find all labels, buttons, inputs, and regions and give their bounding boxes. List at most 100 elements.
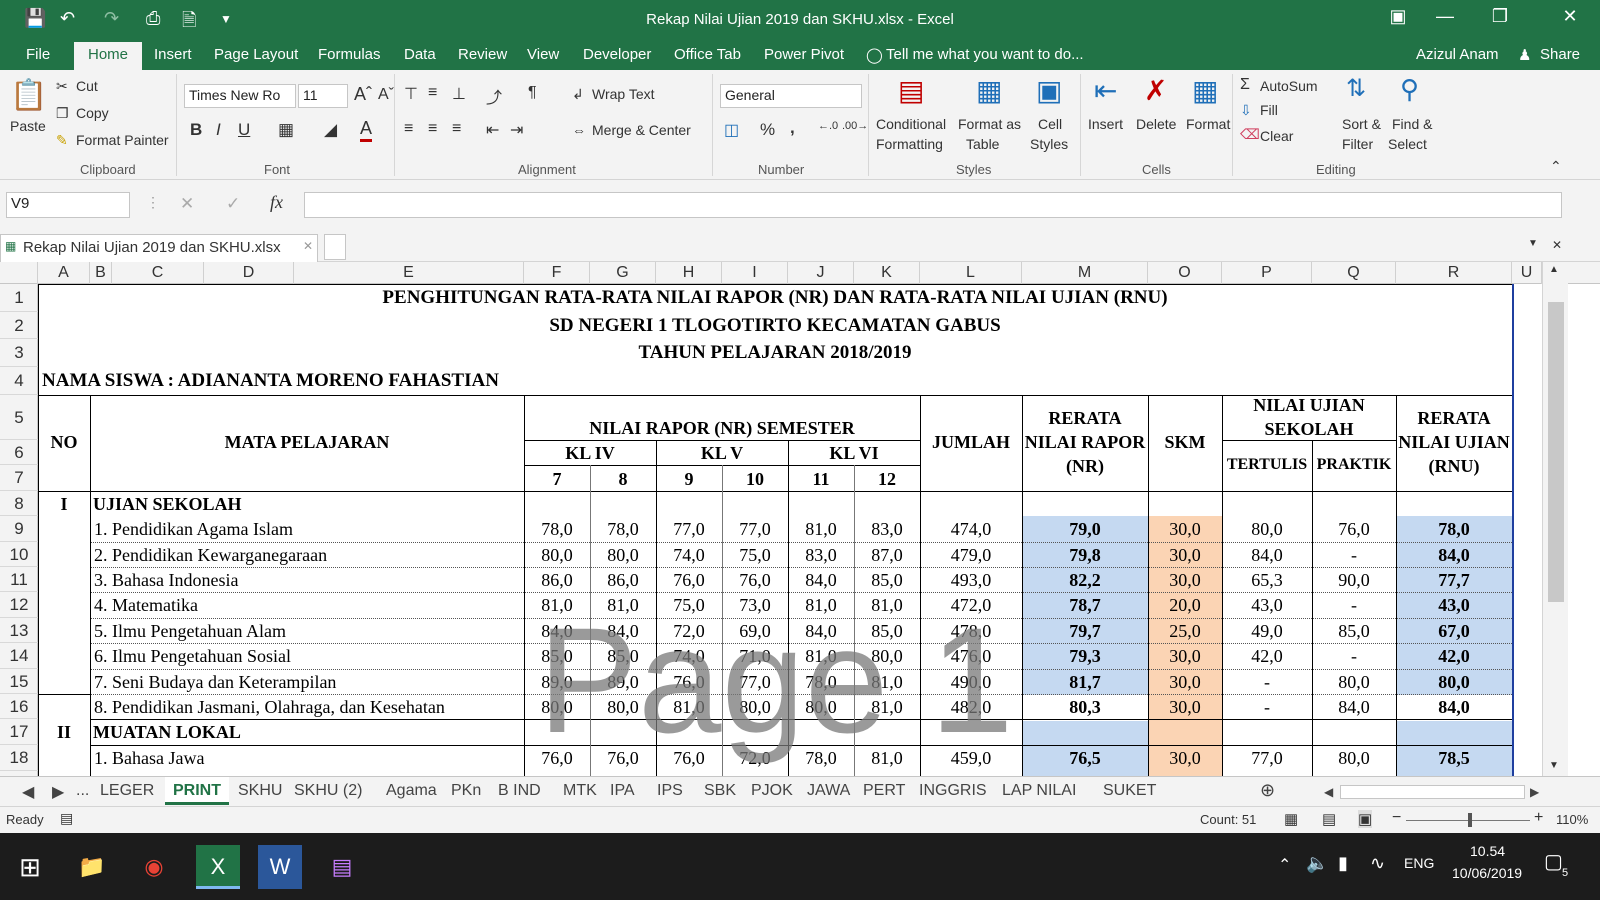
- semester-score[interactable]: 80,0: [524, 545, 590, 566]
- tab-insert[interactable]: Insert: [154, 46, 192, 63]
- tab-home[interactable]: Home: [74, 42, 143, 70]
- praktik-cell[interactable]: -: [1312, 595, 1396, 616]
- tertulis-cell[interactable]: 42,0: [1222, 646, 1312, 667]
- semester-score[interactable]: 81,0: [788, 519, 854, 540]
- skm-cell[interactable]: 30,0: [1148, 646, 1222, 667]
- rerata-nr-cell[interactable]: 79,3: [1022, 646, 1148, 667]
- skm-cell[interactable]: 30,0: [1148, 545, 1222, 566]
- word-icon[interactable]: W: [258, 845, 302, 889]
- conditional-formatting-label-1[interactable]: Conditional: [876, 116, 946, 132]
- user-name[interactable]: Azizul Anam: [1416, 46, 1499, 63]
- new-tab-button[interactable]: [324, 234, 346, 260]
- skm-cell[interactable]: 30,0: [1148, 748, 1222, 769]
- font-size-select[interactable]: 11: [298, 84, 348, 108]
- text-direction-icon[interactable]: ¶: [528, 84, 537, 102]
- share-icon[interactable]: ♟: [1518, 46, 1531, 64]
- scroll-down-icon[interactable]: ▼: [1549, 760, 1559, 771]
- skm-cell[interactable]: 30,0: [1148, 519, 1222, 540]
- praktik-cell[interactable]: 80,0: [1312, 748, 1396, 769]
- accounting-icon[interactable]: ◫: [724, 120, 739, 140]
- cell-styles-label-2[interactable]: Styles: [1030, 136, 1068, 152]
- shrink-font-icon[interactable]: Aˇ: [378, 86, 394, 104]
- row-header[interactable]: 18: [0, 745, 38, 771]
- formula-input[interactable]: [304, 192, 1562, 218]
- semester-score[interactable]: 86,0: [590, 570, 656, 591]
- column-header[interactable]: Q: [1312, 262, 1396, 284]
- collapse-ribbon-icon[interactable]: ⌃: [1550, 158, 1562, 175]
- tertulis-cell[interactable]: 65,3: [1222, 570, 1312, 591]
- row-header[interactable]: 1: [0, 284, 38, 312]
- autosum-button[interactable]: AutoSum: [1260, 78, 1318, 94]
- subject-name[interactable]: 4. Matematika: [94, 595, 198, 616]
- row-header[interactable]: 16: [0, 694, 38, 719]
- align-left-icon[interactable]: ≡: [404, 120, 413, 138]
- row-header[interactable]: 14: [0, 643, 38, 669]
- skm-cell[interactable]: 25,0: [1148, 621, 1222, 642]
- sheet-tab-skhu[interactable]: SKHU: [238, 782, 282, 800]
- skm-cell[interactable]: 30,0: [1148, 697, 1222, 718]
- wifi-icon[interactable]: ∿: [1370, 853, 1385, 874]
- semester-score[interactable]: 74,0: [656, 545, 722, 566]
- sheet-tab-mtk[interactable]: MTK: [563, 782, 597, 800]
- excel-icon[interactable]: X: [196, 845, 240, 889]
- decrease-indent-icon[interactable]: ⇤: [486, 120, 499, 140]
- row-header[interactable]: 15: [0, 669, 38, 694]
- vertical-scrollbar[interactable]: ▲ ▼: [1542, 262, 1568, 776]
- tab-data[interactable]: Data: [404, 46, 436, 63]
- ribbon-display-icon[interactable]: ▣: [1378, 6, 1418, 27]
- zoom-level[interactable]: 110%: [1556, 812, 1588, 827]
- hscroll-right-icon[interactable]: ▶: [1530, 785, 1539, 799]
- column-header[interactable]: E: [294, 262, 524, 284]
- sheet-tab-skhu-2-[interactable]: SKHU (2): [294, 782, 362, 800]
- cell-styles-label-1[interactable]: Cell: [1038, 116, 1062, 132]
- rerata-nr-cell[interactable]: 79,7: [1022, 621, 1148, 642]
- praktik-cell[interactable]: -: [1312, 646, 1396, 667]
- align-bottom-icon[interactable]: ⊥: [452, 84, 466, 104]
- row-header[interactable]: 3: [0, 339, 38, 367]
- sheet-tab-jawa[interactable]: JAWA: [807, 782, 850, 800]
- tab-office-tab[interactable]: Office Tab: [674, 46, 741, 63]
- zoom-in-icon[interactable]: +: [1534, 809, 1543, 827]
- row-header[interactable]: 17: [0, 719, 38, 745]
- skm-cell[interactable]: 30,0: [1148, 672, 1222, 693]
- sheet-tab-print[interactable]: PRINT: [165, 777, 229, 805]
- start-windows-icon[interactable]: ⊞: [8, 845, 52, 889]
- semester-score[interactable]: 75,0: [722, 545, 788, 566]
- row-header[interactable]: 10: [0, 542, 38, 567]
- rerata-nr-cell[interactable]: 79,8: [1022, 545, 1148, 566]
- format-as-table-label-2[interactable]: Table: [966, 136, 999, 152]
- subject-name[interactable]: 1. Pendidikan Agama Islam: [94, 519, 293, 540]
- semester-score[interactable]: 87,0: [854, 545, 920, 566]
- column-header[interactable]: J: [788, 262, 854, 284]
- sheet-tab-ips[interactable]: IPS: [657, 782, 683, 800]
- close-tab-icon[interactable]: ✕: [303, 239, 313, 253]
- sheet-tab-inggris[interactable]: INGGRIS: [919, 782, 987, 800]
- share-button[interactable]: Share: [1540, 46, 1580, 63]
- sheet-tab-pert[interactable]: PERT: [863, 782, 905, 800]
- conditional-formatting-label-2[interactable]: Formatting: [876, 136, 943, 152]
- new-sheet-icon[interactable]: ⊕: [1260, 780, 1275, 801]
- increase-indent-icon[interactable]: ⇥: [510, 120, 523, 140]
- rnu-cell[interactable]: 77,7: [1396, 570, 1512, 591]
- subject-name[interactable]: 7. Seni Budaya dan Keterampilan: [94, 672, 336, 693]
- praktik-cell[interactable]: 80,0: [1312, 672, 1396, 693]
- number-format-select[interactable]: General: [720, 84, 862, 108]
- tertulis-cell[interactable]: -: [1222, 672, 1312, 693]
- name-box[interactable]: V9: [6, 192, 130, 218]
- insert-function-icon[interactable]: fx: [270, 192, 283, 213]
- subject-name[interactable]: 6. Ilmu Pengetahuan Sosial: [94, 646, 291, 667]
- minimize-icon[interactable]: —: [1425, 6, 1465, 27]
- row-header[interactable]: 6: [0, 440, 38, 465]
- rerata-nr-cell[interactable]: 76,5: [1022, 748, 1148, 769]
- rnu-cell[interactable]: 84,0: [1396, 545, 1512, 566]
- next-sheet-icon[interactable]: ▶: [52, 782, 64, 802]
- italic-button[interactable]: I: [216, 120, 221, 140]
- rerata-nr-cell[interactable]: 78,7: [1022, 595, 1148, 616]
- tertulis-cell[interactable]: 43,0: [1222, 595, 1312, 616]
- merge-center-button[interactable]: Merge & Center: [592, 122, 691, 138]
- column-header[interactable]: O: [1148, 262, 1222, 284]
- file-explorer-icon[interactable]: 📁: [70, 845, 114, 889]
- skm-cell[interactable]: 30,0: [1148, 570, 1222, 591]
- row-header[interactable]: 13: [0, 618, 38, 643]
- column-header[interactable]: B: [90, 262, 112, 284]
